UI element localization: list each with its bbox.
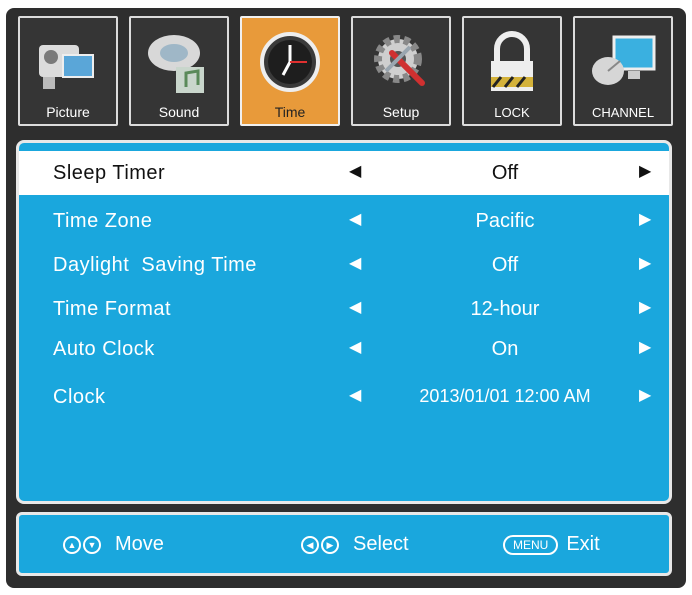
row-value: Off xyxy=(491,254,519,276)
tab-picture[interactable]: Picture xyxy=(18,16,118,126)
row-daylight-saving[interactable]: Daylight Saving Time ◀ Off ▶ xyxy=(19,243,669,287)
left-arrow-icon[interactable]: ◀ xyxy=(349,253,361,273)
tab-label: CHANNEL xyxy=(591,105,655,120)
left-arrow-icon[interactable]: ◀ xyxy=(349,161,361,181)
right-arrow-icon[interactable]: ▶ xyxy=(639,337,651,357)
tab-label: Time xyxy=(274,104,306,120)
menu-tabs: Picture Sound Time Setup LOCK CHANNEL xyxy=(18,16,674,128)
exit-hint: MENU Exit xyxy=(503,533,600,556)
down-circle-icon: ▼ xyxy=(83,535,101,554)
right-arrow-icon[interactable]: ▶ xyxy=(639,385,651,405)
tab-channel[interactable]: CHANNEL xyxy=(573,16,673,126)
row-time-format[interactable]: Time Format ◀ 12-hour ▶ xyxy=(19,287,669,331)
right-arrow-icon[interactable]: ▶ xyxy=(639,209,651,229)
row-value: Off xyxy=(491,162,519,184)
speaker-icon xyxy=(131,24,227,100)
row-label: Sleep Timer xyxy=(53,162,166,184)
move-label: Move xyxy=(115,533,164,555)
row-auto-clock[interactable]: Auto Clock ◀ On ▶ xyxy=(19,327,669,371)
row-label: Time Zone xyxy=(53,210,153,232)
row-value: Pacific xyxy=(475,210,535,232)
right-circle-icon: ▶ xyxy=(321,535,339,554)
tab-lock[interactable]: LOCK xyxy=(462,16,562,126)
menu-key-icon: MENU xyxy=(503,534,559,555)
row-value: 2013/01/01 12:00 AM xyxy=(419,386,591,406)
help-bar: ▲ ▼ Move ◀ ▶ Select MENU Exit xyxy=(16,512,672,576)
clock-icon xyxy=(242,24,338,100)
row-label: Daylight Saving Time xyxy=(53,254,257,276)
camera-icon xyxy=(20,24,116,100)
row-label: Time Format xyxy=(53,298,172,320)
left-arrow-icon[interactable]: ◀ xyxy=(349,385,361,405)
move-hint: ▲ ▼ Move xyxy=(63,533,164,556)
tab-label: Sound xyxy=(158,104,200,120)
select-label: Select xyxy=(353,533,409,555)
tab-label: Picture xyxy=(46,104,90,120)
exit-label: Exit xyxy=(566,533,600,555)
row-time-zone[interactable]: Time Zone ◀ Pacific ▶ xyxy=(19,199,669,243)
row-clock[interactable]: Clock ◀ 2013/01/01 12:00 AM ▶ xyxy=(19,375,669,419)
row-label: Auto Clock xyxy=(53,338,155,360)
right-arrow-icon[interactable]: ▶ xyxy=(639,253,651,273)
row-value: On xyxy=(491,338,519,360)
left-arrow-icon[interactable]: ◀ xyxy=(349,297,361,317)
time-settings-panel: Sleep Timer ◀ Off ▶ Time Zone ◀ Pacific … xyxy=(16,140,672,504)
left-arrow-icon[interactable]: ◀ xyxy=(349,209,361,229)
up-circle-icon: ▲ xyxy=(63,535,81,554)
row-value: 12-hour xyxy=(470,298,540,320)
tab-label: Setup xyxy=(382,104,420,120)
right-arrow-icon[interactable]: ▶ xyxy=(639,161,651,181)
select-hint: ◀ ▶ Select xyxy=(301,533,409,556)
tab-time[interactable]: Time xyxy=(240,16,340,126)
satellite-icon xyxy=(575,24,671,100)
lock-icon xyxy=(464,24,560,100)
tab-setup[interactable]: Setup xyxy=(351,16,451,126)
row-label: Clock xyxy=(53,386,106,408)
left-arrow-icon[interactable]: ◀ xyxy=(349,337,361,357)
tab-sound[interactable]: Sound xyxy=(129,16,229,126)
gear-wrench-icon xyxy=(353,24,449,100)
right-arrow-icon[interactable]: ▶ xyxy=(639,297,651,317)
tab-label: LOCK xyxy=(494,105,530,120)
row-sleep-timer[interactable]: Sleep Timer ◀ Off ▶ xyxy=(19,151,669,195)
left-circle-icon: ◀ xyxy=(301,535,319,554)
